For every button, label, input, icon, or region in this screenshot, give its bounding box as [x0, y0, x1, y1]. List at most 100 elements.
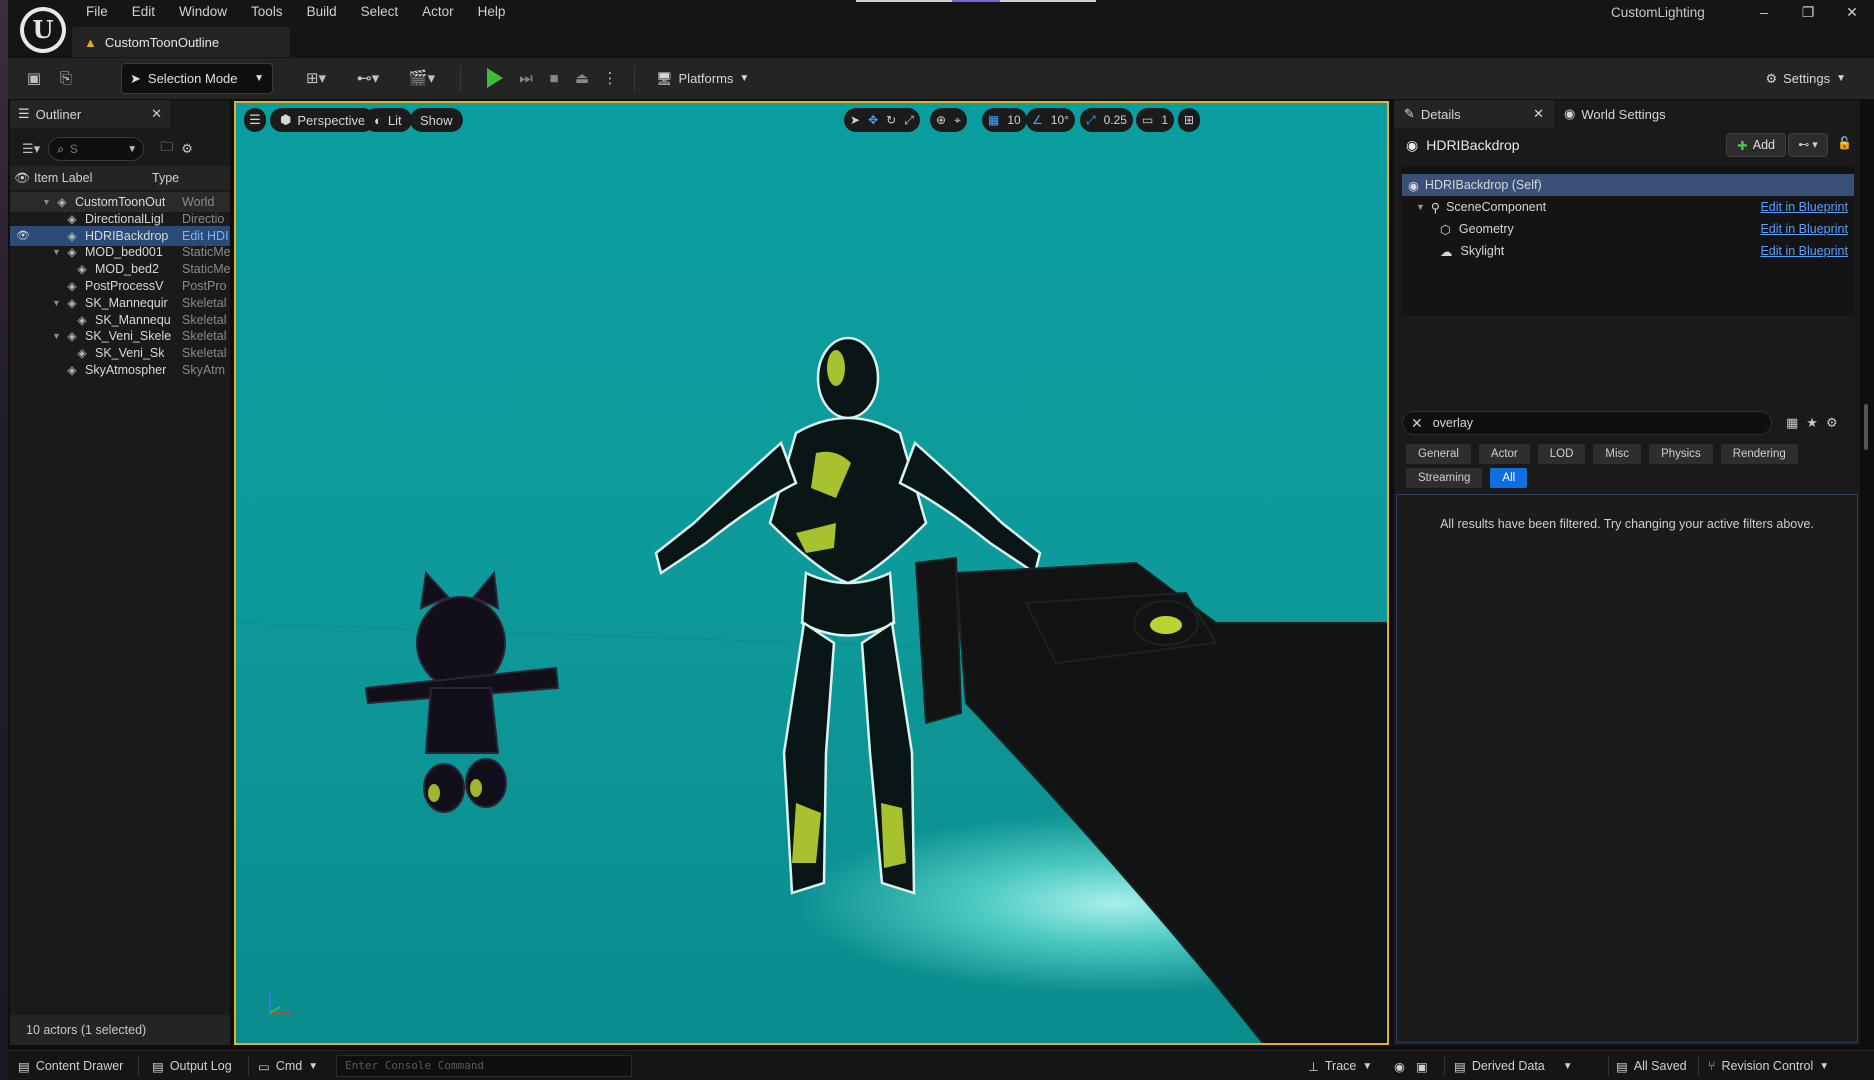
menu-file[interactable]: File: [74, 0, 120, 24]
edit-in-blueprint-link[interactable]: Edit in Blueprint: [1760, 200, 1848, 214]
table-view-icon[interactable]: ▦: [1786, 415, 1798, 431]
add-actor-icon[interactable]: ⊞▾: [296, 67, 336, 91]
component-row[interactable]: ⬡ Geometry Edit in Blueprint: [1402, 218, 1854, 240]
record-icon[interactable]: ◉: [1394, 1051, 1405, 1080]
rotate-tool-icon[interactable]: ↻: [886, 113, 896, 127]
component-row[interactable]: ◉ HDRIBackdrop (Self): [1402, 174, 1854, 196]
menu-build[interactable]: Build: [295, 0, 349, 24]
expand-arrow-icon[interactable]: ▼: [52, 247, 64, 257]
outliner-tab[interactable]: ☰ Outliner ✕: [10, 100, 170, 128]
grid-icon: ▦: [988, 113, 1000, 127]
layout-button[interactable]: ⊞: [1178, 108, 1201, 132]
level-tab[interactable]: ▲ CustomToonOutline: [72, 27, 290, 57]
outliner-search-input[interactable]: ⌕ S ▼: [48, 137, 145, 161]
menu-help[interactable]: Help: [466, 0, 518, 24]
edit-in-blueprint-link[interactable]: Edit in Blueprint: [1760, 222, 1848, 236]
lighting-mode-button[interactable]: ◐ Lit: [364, 108, 412, 132]
menu-edit[interactable]: Edit: [120, 0, 167, 24]
window-controls: – ❐ ✕: [1742, 0, 1874, 26]
scale-tool-icon[interactable]: ⤢: [904, 113, 914, 128]
platforms-dropdown[interactable]: 🖥 Platforms ▼: [656, 63, 749, 94]
expand-arrow-icon[interactable]: ▼: [52, 298, 64, 308]
details-search-input[interactable]: ✕ overlay: [1402, 411, 1772, 435]
revision-control-label: Revision Control: [1721, 1059, 1814, 1073]
rotation-snap-button[interactable]: ∠ 10°: [1026, 108, 1075, 132]
tab-details[interactable]: ✎ Details ✕: [1394, 100, 1554, 128]
advance-frame-icon[interactable]: ⏭: [514, 67, 538, 91]
trace-dropdown[interactable]: ⊥ Trace ▼: [1308, 1051, 1372, 1080]
unreal-logo-icon[interactable]: U: [20, 7, 66, 53]
add-folder-icon[interactable]: 🗀: [160, 138, 173, 160]
actor-name[interactable]: HDRIBackdrop: [1426, 137, 1519, 153]
play-icon[interactable]: [487, 68, 503, 88]
gear-icon[interactable]: ⚙: [1826, 415, 1838, 431]
view-mode-button[interactable]: ⬢ Perspective: [270, 108, 376, 132]
outliner-item-type[interactable]: Edit HDI: [182, 229, 230, 243]
camera-speed-button[interactable]: ▭ 1: [1136, 108, 1175, 132]
category-physics[interactable]: Physics: [1649, 444, 1713, 464]
edit-in-blueprint-link[interactable]: Edit in Blueprint: [1760, 244, 1848, 258]
column-item-label[interactable]: Item Label: [34, 171, 152, 185]
cinematics-icon[interactable]: 🎬▾: [402, 67, 442, 91]
minimize-button[interactable]: –: [1742, 0, 1786, 26]
surface-snap-icon[interactable]: ⌖: [954, 113, 961, 128]
component-row[interactable]: ▼ ⚲ SceneComponent Edit in Blueprint: [1402, 196, 1854, 218]
clear-search-icon[interactable]: ✕: [1411, 415, 1423, 432]
show-button[interactable]: Show: [410, 108, 463, 132]
category-general[interactable]: General: [1406, 444, 1471, 464]
level-viewport[interactable]: ☰ ⬢ Perspective ◐ Lit Show ➤ ✥ ↻ ⤢ ⊕ ⌖ ▦…: [234, 101, 1389, 1045]
menu-tools[interactable]: Tools: [239, 0, 295, 24]
details-scrollbar[interactable]: [1864, 404, 1868, 450]
skylight-icon: ☁: [1440, 244, 1453, 259]
output-log-button[interactable]: ▤ Output Log: [152, 1051, 232, 1080]
blueprint-options-button[interactable]: ⊷ ▾: [1788, 133, 1828, 157]
derived-data-dropdown[interactable]: ▤ Derived Data ▼: [1454, 1051, 1573, 1080]
browse-icon[interactable]: ⎘: [54, 67, 78, 91]
category-lod[interactable]: LOD: [1537, 444, 1586, 464]
screenshot-icon[interactable]: ▣: [1416, 1051, 1428, 1080]
scale-snap-button[interactable]: ⤢ 0.25: [1080, 108, 1133, 132]
expand-arrow-icon[interactable]: ▼: [42, 197, 54, 207]
settings-dropdown[interactable]: ⚙ Settings ▼: [1765, 63, 1846, 94]
category-actor[interactable]: Actor: [1478, 444, 1530, 464]
selection-mode-dropdown[interactable]: ➤ Selection Mode ▼: [121, 63, 273, 94]
cmd-dropdown[interactable]: ▭ Cmd ▼: [258, 1051, 318, 1080]
close-icon[interactable]: ✕: [1533, 106, 1544, 122]
close-icon[interactable]: ✕: [151, 106, 162, 122]
console-command-input[interactable]: Enter Console Command: [336, 1055, 632, 1077]
expand-arrow-icon[interactable]: ▼: [52, 331, 64, 341]
more-options-icon[interactable]: ⋮: [598, 67, 622, 91]
blueprint-icon[interactable]: ⊷▾: [348, 67, 388, 91]
world-space-icon[interactable]: ⊕: [936, 113, 946, 127]
stop-icon[interactable]: ■: [542, 67, 566, 91]
all-saved-button[interactable]: ▤ All Saved: [1616, 1051, 1687, 1080]
grid-snap-button[interactable]: ▦ 10: [982, 108, 1027, 132]
save-icon[interactable]: ▣: [22, 67, 46, 91]
outliner-row[interactable]: ◈ SkyAtmospher SkyAtm: [10, 360, 230, 380]
menu-actor[interactable]: Actor: [410, 0, 466, 24]
category-all[interactable]: All: [1490, 468, 1528, 488]
eject-icon[interactable]: ⏏: [570, 67, 594, 91]
viewport-menu-icon[interactable]: ☰: [244, 108, 266, 132]
visibility-icon[interactable]: 👁: [10, 171, 34, 186]
category-misc[interactable]: Misc: [1593, 444, 1642, 464]
close-button[interactable]: ✕: [1830, 0, 1874, 26]
visibility-icon[interactable]: 👁: [16, 229, 30, 242]
add-component-button[interactable]: ✚ Add: [1726, 133, 1786, 157]
category-rendering[interactable]: Rendering: [1720, 444, 1798, 464]
translate-tool-icon[interactable]: ✥: [868, 113, 878, 127]
menu-window[interactable]: Window: [167, 0, 239, 24]
revision-control-dropdown[interactable]: ⑂ Revision Control ▼: [1708, 1051, 1829, 1080]
select-tool-icon[interactable]: ➤: [850, 113, 860, 127]
component-row[interactable]: ☁ Skylight Edit in Blueprint: [1402, 240, 1854, 262]
maximize-button[interactable]: ❐: [1786, 0, 1830, 26]
gear-icon[interactable]: ⚙: [181, 141, 193, 157]
category-streaming[interactable]: Streaming: [1406, 468, 1483, 488]
content-drawer-button[interactable]: ▤ Content Drawer: [18, 1051, 123, 1080]
tab-world-settings[interactable]: ◉ World Settings: [1554, 100, 1676, 128]
filter-icon[interactable]: ☰▾: [22, 141, 40, 157]
column-type[interactable]: Type: [152, 171, 179, 185]
lock-icon[interactable]: 🔓: [1837, 136, 1852, 150]
favorite-star-icon[interactable]: ★: [1806, 415, 1818, 431]
menu-select[interactable]: Select: [349, 0, 411, 24]
